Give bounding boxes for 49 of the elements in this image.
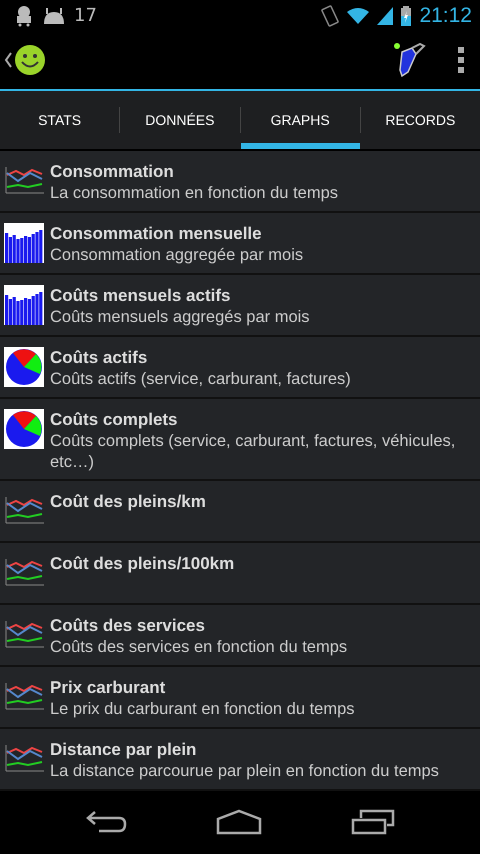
- robot-icon: [14, 4, 34, 27]
- bar-chart-icon: [4, 222, 44, 263]
- item-title: Coûts actifs: [50, 346, 148, 369]
- item-title: Consommation mensuelle: [50, 222, 263, 245]
- item-description: Le prix du carburant en fonction du temps: [50, 698, 355, 720]
- tab[interactable]: STATS: [0, 91, 120, 149]
- pie-chart-icon: [4, 408, 44, 449]
- list-item[interactable]: Prix carburant Le prix du carburant en fonction du temps: [0, 666, 480, 729]
- home-icon: [216, 809, 262, 836]
- item-title: Coûts des services: [50, 614, 206, 637]
- list-item[interactable]: Coûts complets Coûts complets (service, carburant, factures, véhicules, etc…): [0, 398, 480, 481]
- item-description: Coûts des services en fonction du temps: [50, 636, 348, 658]
- item-title: Distance par plein: [50, 738, 198, 761]
- back-caret-icon: [4, 52, 12, 68]
- item-title: Consommation: [50, 160, 175, 183]
- item-title: Coût des pleins/km: [50, 490, 206, 513]
- tab[interactable]: DONNÉES: [120, 91, 240, 149]
- fuel-nozzle-icon: [392, 42, 426, 78]
- wifi-icon: [347, 6, 370, 25]
- battery-icon: [401, 6, 412, 26]
- list-item[interactable]: Coût des pleins/km: [0, 480, 480, 543]
- signal-icon: [377, 6, 394, 25]
- item-title: Coûts complets: [50, 408, 179, 431]
- back-icon: [84, 810, 127, 834]
- item-title: Coûts mensuels actifs: [50, 284, 232, 307]
- pie-chart-icon: [4, 346, 44, 387]
- list-item[interactable]: Coûts des services Coûts des services en fonction du temps: [0, 604, 480, 667]
- tab[interactable]: RECORDS: [360, 91, 480, 149]
- notification-count: 17: [74, 5, 97, 26]
- menu-icon: [458, 47, 464, 74]
- vibrate-icon: [321, 4, 340, 28]
- item-description: Coûts complets (service, carburant, factures, véhicules, etc…): [50, 430, 456, 473]
- item-description: La distance parcourue par plein en fonction du temps: [50, 760, 439, 782]
- item-title: Coût des pleins/100km: [50, 552, 234, 575]
- list-item[interactable]: Coût des pleins/100km: [0, 542, 480, 605]
- list-item[interactable]: Coûts actifs Coûts actifs (service, carburant, factures): [0, 336, 480, 399]
- bar-chart-icon: [4, 284, 44, 325]
- android-icon: [42, 8, 66, 24]
- item-description: Coûts actifs (service, carburant, factures): [50, 368, 351, 390]
- item-description: Consommation aggregée par mois: [50, 244, 304, 266]
- item-description: Coûts mensuels aggregés par mois: [50, 306, 310, 328]
- list-item[interactable]: Coûts mensuels actifs Coûts mensuels aggregés par mois: [0, 274, 480, 337]
- list-item[interactable]: Consommation mensuelle Consommation aggregée par mois: [0, 212, 480, 275]
- recent-apps-icon: [351, 809, 396, 836]
- clock-time: 21:12: [419, 4, 472, 28]
- list-item[interactable]: Consommation La consommation en fonction du temps: [0, 150, 480, 213]
- smiley-icon: [14, 44, 46, 76]
- item-description: La consommation en fonction du temps: [50, 182, 338, 204]
- item-title: Prix carburant: [50, 676, 166, 699]
